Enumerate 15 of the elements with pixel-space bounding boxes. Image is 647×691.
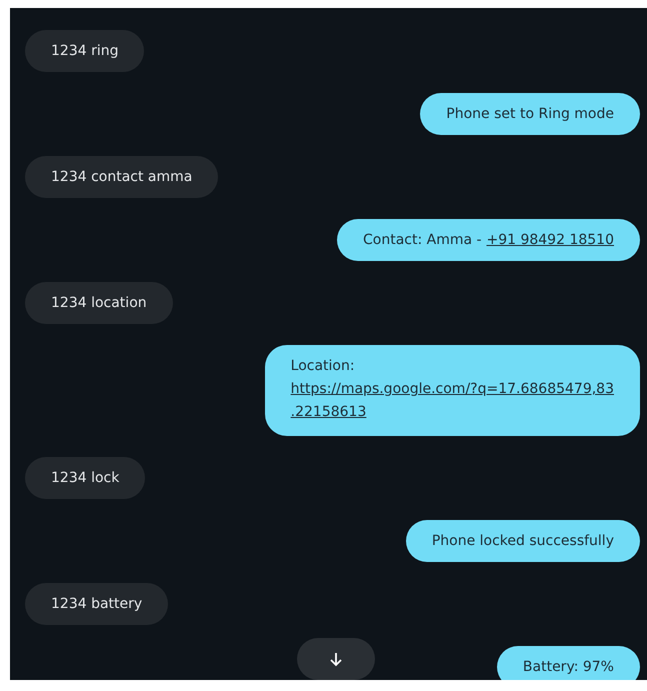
message-text: 1234 contact amma <box>51 168 192 186</box>
message-text: Contact: Amma - <box>363 230 482 250</box>
message-text: Location: <box>290 357 355 376</box>
message-text: Phone locked successfully <box>432 532 614 550</box>
link[interactable]: +91 98492 18510 <box>486 228 614 252</box>
message-text: 1234 location <box>51 294 147 312</box>
link[interactable]: https://maps.google.com/?q=17.68685479,83 <box>290 378 614 401</box>
message-text: Phone set to Ring mode <box>446 104 614 124</box>
message-text: 1234 lock <box>51 468 120 488</box>
arrow-down-icon <box>328 651 344 667</box>
message-text: Battery: 97% <box>522 658 614 676</box>
scroll-down-button[interactable] <box>297 638 375 680</box>
message-text: 1234 ring <box>51 42 118 60</box>
link[interactable]: .22158613 <box>290 401 366 424</box>
message-text: 1234 battery <box>51 594 142 614</box>
